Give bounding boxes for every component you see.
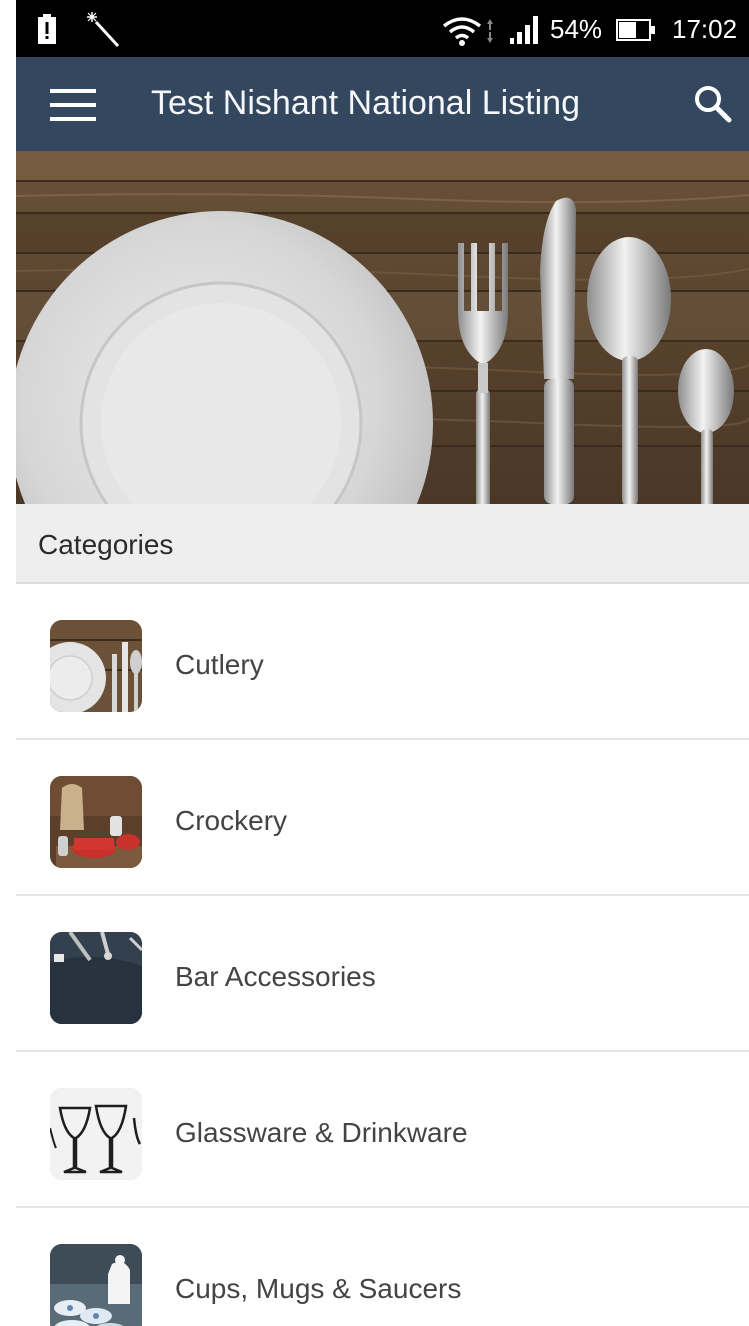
category-label: Glassware & Drinkware (175, 1117, 468, 1148)
category-item-glassware[interactable]: Glassware & Drinkware (16, 1052, 749, 1208)
bar-accessories-thumbnail (50, 932, 142, 1024)
category-label: Crockery (175, 805, 288, 836)
battery-icon (616, 19, 655, 41)
battery-percent: 54% (550, 14, 603, 44)
magic-wand-icon (87, 12, 120, 48)
crockery-thumbnail (50, 776, 142, 868)
app-title: Test Nishant National Listing (151, 84, 581, 122)
clock: 17:02 (672, 14, 738, 44)
category-label: Cups, Mugs & Saucers (175, 1273, 462, 1304)
signal-icon (510, 16, 538, 44)
wifi-icon (442, 17, 482, 46)
menu-icon[interactable] (50, 87, 96, 123)
glassware-thumbnail (50, 1088, 142, 1180)
categories-header: Categories (16, 504, 749, 584)
category-item-cups-mugs-saucers[interactable]: Cups, Mugs & Saucers (16, 1208, 749, 1326)
hero-banner (16, 151, 749, 504)
category-list: Cutlery Crockery Bar Accessories Glasswa… (16, 584, 749, 1326)
plate-and-cutlery-image (16, 151, 749, 504)
search-icon[interactable] (692, 83, 732, 123)
category-item-bar-accessories[interactable]: Bar Accessories (16, 896, 749, 1052)
category-item-cutlery[interactable]: Cutlery (16, 584, 749, 740)
cutlery-thumbnail (50, 620, 142, 712)
categories-title: Categories (38, 529, 174, 560)
category-label: Bar Accessories (175, 961, 376, 992)
cups-mugs-thumbnail (50, 1244, 142, 1326)
app-screen: 54% 17:02 Test Nishant National Listing (0, 0, 749, 1326)
status-bar: 54% 17:02 (16, 0, 749, 57)
category-label: Cutlery (175, 649, 264, 680)
app-bar: Test Nishant National Listing (16, 57, 749, 151)
battery-alert-icon (38, 14, 56, 44)
data-arrows-icon (487, 19, 493, 43)
category-item-crockery[interactable]: Crockery (16, 740, 749, 896)
